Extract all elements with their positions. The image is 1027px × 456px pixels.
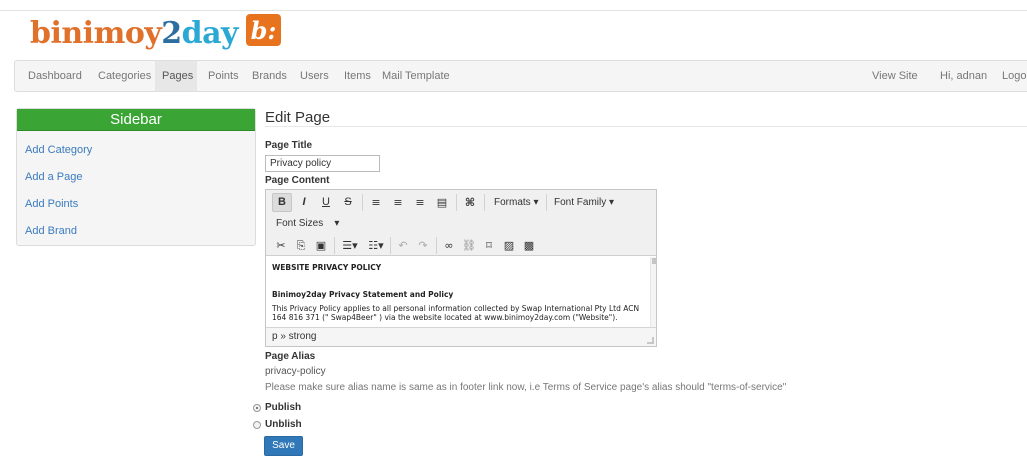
italic-button[interactable]: I <box>294 193 314 212</box>
page-alias-value: privacy-policy <box>265 366 326 377</box>
site-logo[interactable]: binimoy2day <box>30 14 239 54</box>
logo-badge-icon: b: <box>246 14 281 46</box>
chevron-down-icon: ▾ <box>609 197 615 208</box>
undo-icon[interactable]: ↶ <box>394 236 412 255</box>
sidebar-panel: Sidebar Add Category Add a Page Add Poin… <box>16 108 256 246</box>
alias-hint: Please make sure alias name is same as i… <box>265 382 787 393</box>
underline-button[interactable]: U <box>316 193 336 212</box>
media-icon[interactable]: ▩ <box>520 236 538 255</box>
nav-users[interactable]: Users <box>293 61 336 91</box>
formats-label: Formats <box>494 197 531 208</box>
sidebar-add-category[interactable]: Add Category <box>25 137 255 163</box>
unpublish-label: Unblish <box>265 419 302 430</box>
nav-view-site[interactable]: View Site <box>865 61 925 91</box>
strikethrough-button[interactable]: S <box>338 193 358 212</box>
toolbar-separator <box>334 237 335 254</box>
align-right-icon[interactable]: ≡ <box>410 193 430 212</box>
sidebar-add-page[interactable]: Add a Page <box>25 164 255 190</box>
bookmark-icon[interactable]: ⌑ <box>480 236 498 255</box>
page-title-label: Page Title <box>265 140 313 151</box>
logo-part-2: 2 <box>161 16 182 51</box>
font-sizes-label: Font Sizes <box>276 218 324 229</box>
resize-handle-icon[interactable] <box>647 337 654 344</box>
content-heading: WEBSITE PRIVACY POLICY <box>272 263 382 272</box>
sidebar-add-points[interactable]: Add Points <box>25 191 255 217</box>
editor-scrollbar[interactable] <box>650 257 656 327</box>
nav-logout[interactable]: Logout <box>995 61 1027 91</box>
top-rule <box>0 0 1027 11</box>
bold-button[interactable]: B <box>272 193 292 212</box>
toolbar-separator <box>436 237 437 254</box>
toolbar-separator <box>456 194 457 211</box>
publish-label: Publish <box>265 402 302 413</box>
nav-brands[interactable]: Brands <box>245 61 294 91</box>
toolbar-separator <box>390 237 391 254</box>
align-left-icon[interactable]: ≡ <box>366 193 386 212</box>
logo-wordmark: binimoy2day <box>30 14 239 54</box>
publish-radio[interactable] <box>253 403 261 412</box>
publish-option[interactable]: Publish <box>253 402 301 413</box>
image-icon[interactable]: ▨ <box>500 236 518 255</box>
nav-points[interactable]: Points <box>201 61 246 91</box>
link-icon[interactable]: ∞ <box>440 236 458 255</box>
font-family-dropdown[interactable]: Font Family ▾ <box>550 193 618 212</box>
sidebar-add-brand[interactable]: Add Brand <box>25 218 255 244</box>
binoculars-icon[interactable]: ⌘ <box>460 193 480 212</box>
heading-divider <box>265 126 1027 127</box>
toolbar-separator <box>484 194 485 211</box>
page-heading: Edit Page <box>265 109 331 126</box>
toolbar-separator <box>546 194 547 211</box>
copy-icon[interactable]: ⎘ <box>292 236 310 255</box>
font-sizes-dropdown[interactable]: Font Sizes ▾ <box>272 214 343 233</box>
chevron-down-icon: ▾ <box>533 197 539 208</box>
editor-content[interactable]: WEBSITE PRIVACY POLICY Binimoy2day Priva… <box>266 257 650 327</box>
content-paragraph: This Privacy Policy applies to all perso… <box>272 304 640 322</box>
font-family-label: Font Family <box>554 197 607 208</box>
align-center-icon[interactable]: ≡ <box>388 193 408 212</box>
page-content-label: Page Content <box>265 175 330 186</box>
page-alias-label: Page Alias <box>265 351 316 362</box>
scissors-icon[interactable]: ✂ <box>272 236 290 255</box>
toolbar-separator <box>362 194 363 211</box>
bullet-list-icon[interactable]: ☰▾ <box>338 236 362 255</box>
save-button[interactable]: Save <box>264 436 303 456</box>
unpublish-option[interactable]: Unblish <box>253 419 302 430</box>
redo-icon[interactable]: ↷ <box>414 236 432 255</box>
rich-text-editor: B I U S ≡ ≡ ≡ ▤ ⌘ Formats ▾ Font Family … <box>265 189 657 347</box>
editor-toolbar: B I U S ≡ ≡ ≡ ▤ ⌘ Formats ▾ Font Family … <box>266 190 656 256</box>
scroll-thumb[interactable] <box>652 258 656 264</box>
element-path[interactable]: p » strong <box>272 331 316 342</box>
page-title-input[interactable] <box>265 155 380 172</box>
align-justify-icon[interactable]: ▤ <box>432 193 452 212</box>
unlink-icon[interactable]: ⛓ <box>460 236 478 255</box>
logo-part-day: day <box>181 16 239 51</box>
nav-mail-template[interactable]: Mail Template <box>375 61 457 91</box>
nav-user-greeting[interactable]: Hi, adnan <box>933 61 994 91</box>
content-spacer <box>272 272 644 290</box>
chevron-down-icon: ▾ <box>334 218 340 229</box>
unpublish-radio[interactable] <box>253 420 261 429</box>
top-navbar: Dashboard Categories Pages Points Brands… <box>14 60 1027 92</box>
nav-pages[interactable]: Pages <box>155 61 197 91</box>
formats-dropdown[interactable]: Formats ▾ <box>490 193 542 212</box>
nav-items[interactable]: Items <box>337 61 378 91</box>
logo-badge-glyph: b: <box>250 15 277 45</box>
numbered-list-icon[interactable]: ☷▾ <box>364 236 388 255</box>
nav-categories[interactable]: Categories <box>91 61 158 91</box>
editor-statusbar: p » strong <box>266 327 656 346</box>
content-subheading: Binimoy2day Privacy Statement and Policy <box>272 290 454 299</box>
paste-icon[interactable]: ▣ <box>312 236 330 255</box>
logo-part-binimoy: binimoy <box>30 16 162 51</box>
nav-dashboard[interactable]: Dashboard <box>21 61 89 91</box>
sidebar-title: Sidebar <box>17 109 255 131</box>
